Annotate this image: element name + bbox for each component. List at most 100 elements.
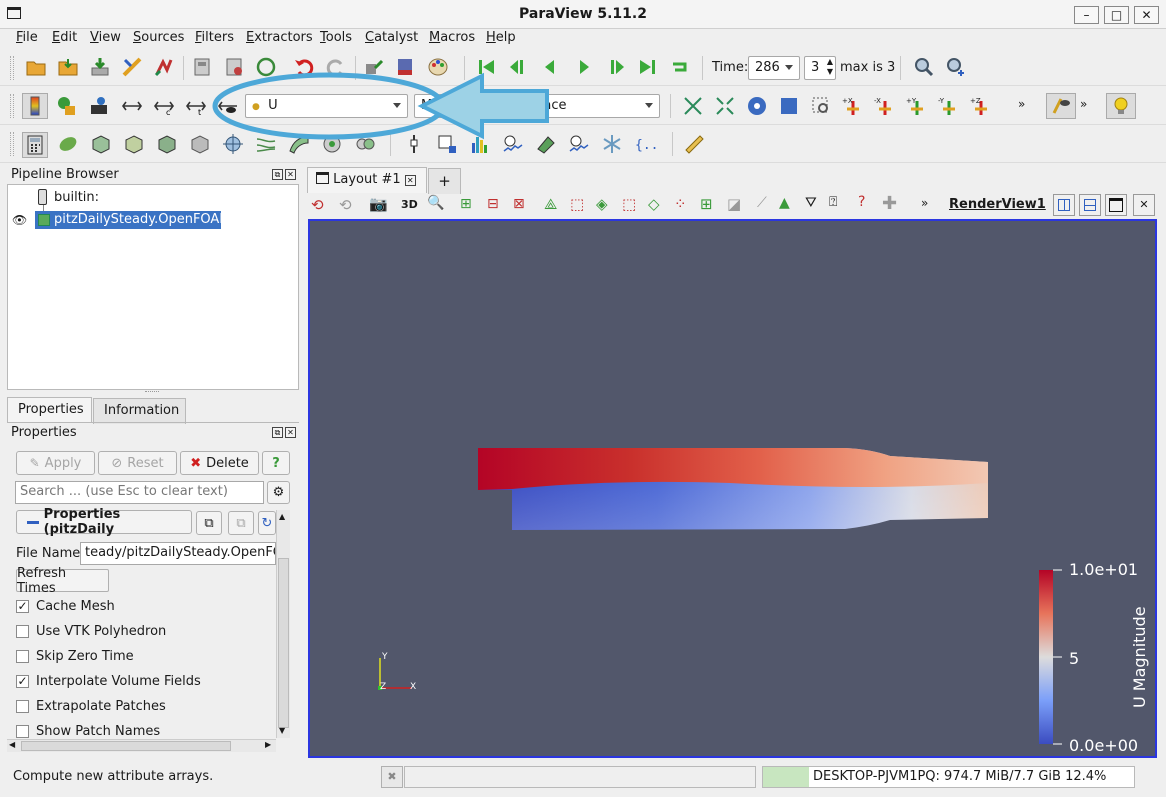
split-horizontal-icon[interactable] — [1053, 194, 1075, 216]
screenshot-icon[interactable]: 📷 — [369, 195, 388, 213]
refresh-times-button[interactable]: Refresh Times — [16, 566, 109, 596]
first-frame-icon[interactable] — [474, 55, 498, 79]
extract-selection-icon[interactable]: ⛛ — [805, 195, 817, 211]
render-view-name[interactable]: RenderView1 — [949, 197, 1046, 212]
copy-icon[interactable]: ⧉ — [196, 511, 222, 535]
splitter-handle[interactable] — [145, 391, 159, 393]
reset-button[interactable]: ⊘ Reset — [98, 451, 177, 475]
properties-dock-controls[interactable]: ⧉ ✕ — [272, 427, 296, 438]
pipeline-dock-controls[interactable]: ⧉ ✕ — [272, 169, 296, 180]
zoom-to-data-icon[interactable] — [713, 94, 737, 118]
rescale-data-icon[interactable] — [120, 94, 144, 118]
select-blocks-icon[interactable]: ◈ — [596, 195, 608, 213]
close-view-icon[interactable]: ✕ — [1133, 194, 1155, 216]
rescale-visible-icon[interactable] — [216, 94, 240, 118]
rubber-band-zoom-icon[interactable] — [809, 94, 833, 118]
view-zoom-icon[interactable]: 🔍 — [427, 195, 444, 211]
reset-session-icon[interactable]: ⟲ — [311, 196, 324, 214]
plot-selection-over-time-icon[interactable] — [567, 132, 591, 156]
find-data-icon[interactable] — [912, 55, 936, 79]
clear-selection-icon[interactable]: ⟋ — [757, 195, 767, 211]
warp-by-vector-icon[interactable] — [287, 132, 311, 156]
reset-range-icon[interactable] — [55, 94, 79, 118]
stream-tracer-icon[interactable] — [254, 132, 278, 156]
pipeline-item-selected[interactable]: pitzDailySteady.OpenFOAM — [35, 211, 231, 229]
loop-icon[interactable] — [668, 55, 692, 79]
menu-macros[interactable]: Macros — [429, 30, 475, 45]
view-plus-y-icon[interactable]: +Y — [905, 94, 929, 118]
abort-icon[interactable]: ✖ — [381, 766, 403, 788]
search-input[interactable]: Search ... (use Esc to clear text) — [15, 481, 264, 504]
edit-selection-icon[interactable]: ▲ — [779, 195, 790, 211]
menu-filters[interactable]: Filters — [195, 30, 234, 45]
state-save-icon[interactable] — [222, 55, 246, 79]
delete-button[interactable]: ✖ Delete — [180, 451, 259, 475]
save-data-icon[interactable] — [88, 55, 112, 79]
select-points-on-icon[interactable]: ⊟ — [487, 196, 499, 212]
camera-undo-icon[interactable] — [362, 55, 386, 79]
component-combo[interactable]: Magnitude — [414, 94, 504, 118]
toolbar-overflow-2-icon[interactable]: » — [1080, 97, 1087, 111]
zoom-add-icon[interactable] — [944, 55, 968, 79]
pipeline-browser[interactable]: builtin: 👁 pitzDailySteady.OpenFOAM — [7, 184, 299, 390]
reverse-play-icon[interactable] — [538, 55, 562, 79]
axes-grid-icon[interactable] — [1046, 93, 1076, 119]
python-calculator-icon[interactable]: {...} — [633, 132, 657, 156]
connect-icon[interactable] — [120, 55, 144, 79]
zoom-to-box-icon[interactable] — [777, 94, 801, 118]
state-load-icon[interactable] — [190, 55, 214, 79]
histogram-icon[interactable] — [468, 132, 492, 156]
view-plus-x-icon[interactable]: +X — [841, 94, 865, 118]
maximize-button[interactable]: □ — [1104, 6, 1129, 24]
view-plus-z-icon[interactable]: +Z — [969, 94, 993, 118]
maximize-view-icon[interactable] — [1105, 194, 1127, 216]
checkbox-extrapolate-patches[interactable]: Extrapolate Patches — [16, 699, 166, 714]
probe-query-icon[interactable]: ? — [858, 194, 865, 210]
menu-view[interactable]: View — [90, 30, 121, 45]
select-points-through-icon[interactable]: ⟁ — [544, 195, 557, 213]
extract-level-icon[interactable] — [353, 132, 377, 156]
palette-icon[interactable] — [426, 55, 450, 79]
zoom-closest-icon[interactable] — [745, 94, 769, 118]
memory-indicator[interactable]: DESKTOP-PJVM1PQ: 974.7 MiB/7.7 GiB 12.4% — [762, 766, 1135, 788]
add-marker-icon[interactable]: ✚ — [882, 193, 897, 214]
menu-sources[interactable]: Sources — [133, 30, 184, 45]
select-polygon-icon[interactable]: ⬚ — [570, 195, 584, 213]
toggle-3d-button[interactable]: 3D — [401, 198, 418, 211]
next-frame-icon[interactable] — [604, 55, 628, 79]
gear-icon[interactable]: ⚙ — [267, 481, 290, 504]
plot-over-time-icon[interactable] — [501, 132, 525, 156]
color-array-combo[interactable]: ● U — [245, 94, 408, 118]
menu-file[interactable]: File — [16, 30, 38, 45]
calculator-icon[interactable] — [22, 132, 48, 158]
close-button[interactable]: ✕ — [1134, 6, 1159, 24]
apply-button[interactable]: ✎ Apply — [16, 451, 95, 475]
paste-icon[interactable]: ⧉ — [228, 511, 254, 535]
pipeline-item-pitzdaily[interactable]: pitzDailySteady.OpenFOAM — [54, 212, 231, 227]
rescale-custom-icon[interactable] — [87, 94, 111, 118]
view-minus-y-icon[interactable]: -Y — [937, 94, 961, 118]
checkbox-cache-mesh[interactable]: ✓ Cache Mesh — [16, 599, 115, 614]
view-toolbar-overflow-icon[interactable]: » — [921, 196, 928, 210]
visibility-eye-icon[interactable]: 👁 — [12, 213, 27, 227]
tab-layout-1[interactable]: Layout #1 ✕ — [307, 167, 427, 193]
open-file-icon[interactable] — [24, 55, 48, 79]
previous-frame-icon[interactable] — [506, 55, 530, 79]
glyph-icon[interactable] — [221, 132, 245, 156]
split-vertical-icon[interactable] — [1079, 194, 1101, 216]
light-kit-icon[interactable] — [1106, 93, 1136, 119]
time-index-spinbox[interactable]: 3 ▲ ▼ — [804, 56, 836, 80]
time-value-combo[interactable]: 286 — [748, 56, 800, 80]
plot-data-icon[interactable] — [534, 132, 558, 156]
checkbox-skip-zero-time[interactable]: Skip Zero Time — [16, 649, 134, 664]
plot-over-line-icon[interactable] — [435, 132, 459, 156]
add-layout-tab-button[interactable]: + — [428, 168, 461, 194]
last-frame-icon[interactable] — [636, 55, 660, 79]
hover-cells-icon[interactable]: ⁘ — [674, 195, 687, 213]
menu-catalyst[interactable]: Catalyst — [365, 30, 418, 45]
select-cells-through-icon[interactable]: ⊠ — [513, 196, 525, 212]
interactive-select-icon[interactable]: ⬚ — [622, 195, 636, 213]
rescale-temporal-icon[interactable]: t — [184, 94, 208, 118]
menu-edit[interactable]: Edit — [52, 30, 77, 45]
extract-subset-icon[interactable] — [188, 132, 212, 156]
